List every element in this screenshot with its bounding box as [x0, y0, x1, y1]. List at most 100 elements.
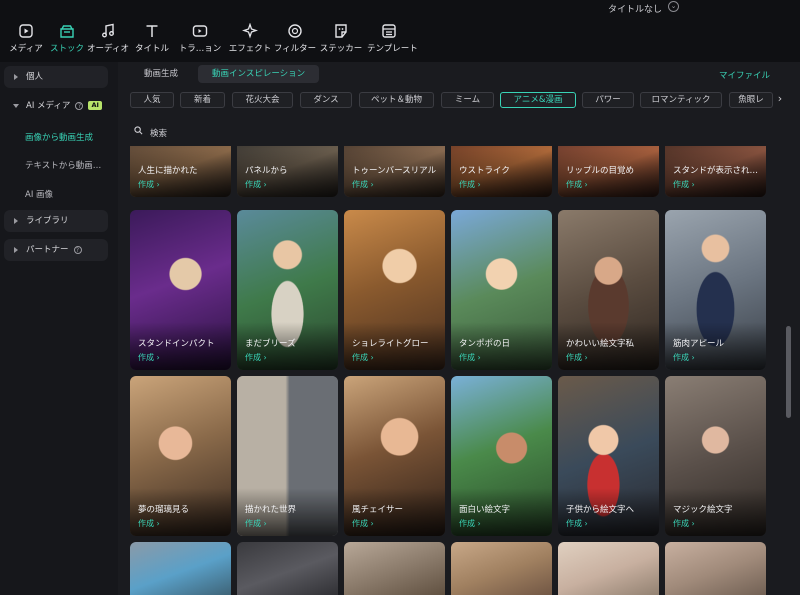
chevron-down-icon[interactable]: ⌄ — [668, 1, 679, 12]
card-create-link[interactable]: 作成 › — [673, 179, 695, 190]
tab-video-inspiration[interactable]: 動画インスピレーション — [198, 65, 320, 83]
card-create-link[interactable]: 作成 › — [138, 179, 160, 190]
card-create-link[interactable]: 作成 › — [245, 352, 267, 363]
video-card[interactable]: スタンドインパクト 作成 › — [130, 210, 231, 370]
tool-label: トラ…ョン — [178, 44, 222, 54]
tool-template[interactable]: テンプレート — [367, 23, 418, 59]
video-card[interactable]: パネルから 作成 › — [237, 146, 338, 197]
card-create-link[interactable]: 作成 › — [566, 179, 588, 190]
card-create-link[interactable]: 作成 › — [245, 518, 267, 529]
card-create-link[interactable]: 作成 › — [352, 179, 374, 190]
music-note-icon — [102, 23, 114, 38]
sidebar-sub-text-to-video[interactable]: テキストから動画… — [25, 159, 101, 171]
category-chip[interactable]: 新着 — [180, 92, 225, 108]
video-card[interactable]: トゥーンバースリアル 作成 › — [344, 146, 445, 197]
card-create-link[interactable]: 作成 › — [459, 352, 481, 363]
toolbar: メディア ストック オーディオ タイトル トラ…ョン エフェクト フィルター ス… — [0, 20, 800, 60]
text-t-icon — [146, 25, 158, 37]
tool-sticker[interactable]: ステッカー — [319, 23, 363, 59]
help-icon[interactable]: ? — [73, 245, 82, 254]
video-card[interactable]: まだブリーズ 作成 › — [237, 210, 338, 370]
video-card[interactable]: スタンドが表示され… 作成 › — [665, 146, 766, 197]
card-title: タンポポの日 — [459, 339, 511, 349]
video-card[interactable]: 描かれた世界 作成 › — [237, 376, 338, 536]
card-create-link[interactable]: 作成 › — [673, 518, 695, 529]
video-card[interactable] — [344, 542, 445, 595]
video-card[interactable]: 人生に描かれた 作成 › — [130, 146, 231, 197]
tool-effect[interactable]: エフェクト — [228, 23, 272, 59]
video-card[interactable]: 子供から絵文字へ 作成 › — [558, 376, 659, 536]
tool-audio[interactable]: オーディオ — [86, 23, 130, 59]
template-icon — [382, 24, 396, 38]
category-chip[interactable]: ミーム — [441, 92, 494, 108]
video-card[interactable]: マジック絵文字 作成 › — [665, 376, 766, 536]
tool-title[interactable]: タイトル — [130, 23, 174, 59]
video-card[interactable] — [665, 542, 766, 595]
tool-label: ストック — [49, 44, 84, 54]
tool-label: テンプレート — [367, 44, 418, 54]
card-create-link[interactable]: 作成 › — [566, 352, 588, 363]
category-chip[interactable]: パワー — [582, 92, 634, 108]
card-title: 面白い絵文字 — [459, 505, 511, 515]
video-card[interactable]: かわいい絵文字私 作成 › — [558, 210, 659, 370]
card-create-link[interactable]: 作成 › — [245, 179, 267, 190]
video-card[interactable]: 筋肉アピール 作成 › — [665, 210, 766, 370]
sidebar-item-ai-media[interactable]: AI メディア? AI — [4, 95, 108, 117]
category-chip[interactable]: 魚眼レ — [729, 92, 773, 108]
tool-stock[interactable]: ストック — [45, 23, 89, 59]
sidebar-item-partner[interactable]: パートナー? — [4, 239, 108, 261]
video-card[interactable]: 風チェイサー 作成 › — [344, 376, 445, 536]
sidebar-item-library[interactable]: ライブラリ — [4, 210, 108, 232]
main-panel: 動画生成 動画インスピレーション マイファイル 人気 新着 花火大会 ダンス ペ… — [118, 62, 800, 595]
category-chip-active[interactable]: アニメ&漫画 — [500, 92, 576, 108]
card-create-link[interactable]: 作成 › — [138, 518, 160, 529]
card-create-link[interactable]: 作成 › — [459, 518, 481, 529]
category-chip[interactable]: ペット＆動物 — [359, 92, 434, 108]
category-chip[interactable]: ダンス — [300, 92, 352, 108]
category-chip[interactable]: 人気 — [130, 92, 174, 108]
category-chip[interactable]: 花火大会 — [232, 92, 293, 108]
my-file-link[interactable]: マイファイル — [719, 69, 770, 81]
card-create-link[interactable]: 作成 › — [673, 352, 695, 363]
sidebar-sub-image-to-video[interactable]: 画像から動画生成 — [25, 131, 93, 143]
sidebar-sub-ai-image[interactable]: AI 画像 — [25, 188, 53, 200]
card-thumbnail — [665, 542, 766, 595]
sidebar-item-label: 個人 — [26, 72, 44, 82]
card-create-link[interactable]: 作成 › — [566, 518, 588, 529]
card-thumbnail — [130, 542, 231, 595]
video-card[interactable] — [130, 542, 231, 595]
chevron-right-icon[interactable]: › — [773, 92, 787, 108]
card-create-link[interactable]: 作成 › — [352, 352, 374, 363]
video-card[interactable]: タンポポの日 作成 › — [451, 210, 552, 370]
video-card[interactable]: 面白い絵文字 作成 › — [451, 376, 552, 536]
stock-icon — [60, 25, 74, 38]
tool-label: エフェクト — [228, 44, 272, 54]
video-card[interactable]: ショレライトグロー 作成 › — [344, 210, 445, 370]
video-card[interactable] — [237, 542, 338, 595]
scrollbar-thumb[interactable] — [786, 326, 791, 418]
card-create-link[interactable]: 作成 › — [138, 352, 160, 363]
category-chip[interactable]: ロマンティック — [640, 92, 722, 108]
help-icon[interactable]: ? — [75, 101, 84, 110]
tool-transition[interactable]: トラ…ョン — [178, 23, 222, 59]
tool-media[interactable]: メディア — [4, 23, 48, 59]
card-create-link[interactable]: 作成 › — [459, 179, 481, 190]
chevron-down-icon — [13, 104, 19, 108]
tool-label: メディア — [9, 44, 43, 54]
video-card[interactable]: 夢の瑠璃見る 作成 › — [130, 376, 231, 536]
search-field[interactable]: 検索 — [130, 124, 330, 140]
sidebar-item-personal[interactable]: 個人 — [4, 66, 108, 88]
tab-video-generation[interactable]: 動画生成 — [130, 65, 192, 83]
card-title: 風チェイサー — [352, 505, 404, 515]
video-card[interactable]: リップルの目覚め 作成 › — [558, 146, 659, 197]
video-card[interactable] — [451, 542, 552, 595]
media-icon — [19, 24, 33, 38]
video-card[interactable] — [558, 542, 659, 595]
card-title: 筋肉アピール — [673, 339, 725, 349]
tool-filter[interactable]: フィルター — [273, 23, 317, 59]
chevron-right-icon — [14, 247, 18, 253]
video-card[interactable]: ウストライク 作成 › — [451, 146, 552, 197]
card-thumbnail — [451, 542, 552, 595]
card-create-link[interactable]: 作成 › — [352, 518, 374, 529]
chevron-right-icon — [14, 218, 18, 224]
